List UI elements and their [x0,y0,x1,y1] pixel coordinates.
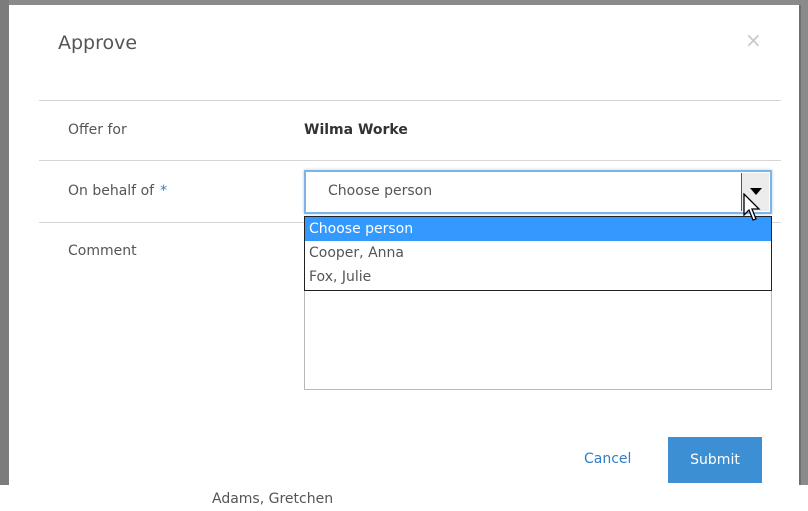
backdrop-bottom [0,485,808,511]
backdrop [0,0,9,511]
cancel-button[interactable]: Cancel [584,451,631,467]
mouse-cursor-icon [743,193,761,221]
on-behalf-of-label-text: On behalf of [68,183,155,199]
approve-dialog: Approve × Offer for Wilma Worke On behal… [9,5,801,485]
background-partial-text: Adams, Gretchen [212,491,334,507]
on-behalf-of-dropdown: Choose person Cooper, Anna Fox, Julie [304,216,772,291]
offer-for-value: Wilma Worke [304,122,408,138]
close-icon[interactable]: × [745,30,762,50]
required-marker: * [160,183,168,199]
on-behalf-of-label: On behalf of * [68,183,167,199]
dialog-title: Approve [58,32,138,54]
dropdown-option[interactable]: Cooper, Anna [305,241,771,265]
comment-label: Comment [68,243,137,259]
offer-for-label: Offer for [68,122,127,138]
dropdown-option[interactable]: Choose person [305,217,771,241]
submit-button[interactable]: Submit [668,437,762,483]
divider [39,160,781,161]
divider [39,100,781,101]
on-behalf-of-select[interactable]: Choose person [304,170,772,214]
select-value: Choose person [328,183,433,199]
dropdown-option[interactable]: Fox, Julie [305,265,771,289]
